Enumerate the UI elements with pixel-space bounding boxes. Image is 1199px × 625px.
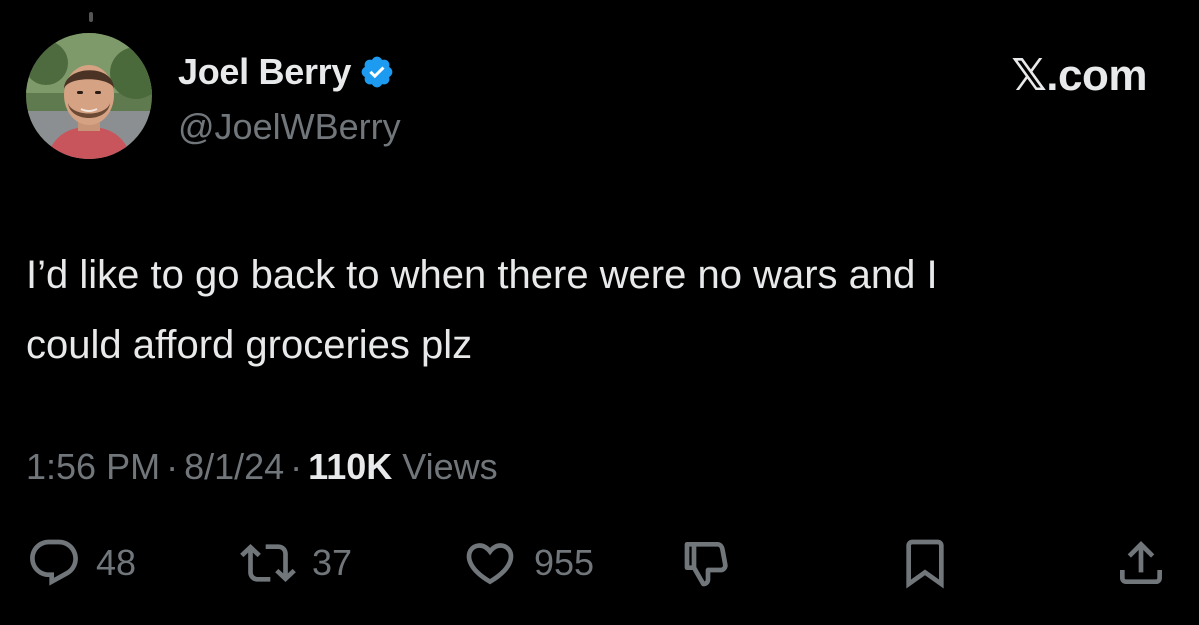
avatar-photo: [26, 33, 152, 159]
views-count[interactable]: 110K: [308, 446, 392, 487]
bookmark-button[interactable]: [897, 535, 953, 591]
repost-button[interactable]: 37: [238, 535, 352, 591]
repost-icon: [240, 544, 296, 582]
author-display-name[interactable]: Joel Berry: [178, 51, 351, 93]
share-icon: [1120, 541, 1162, 584]
downvote-button[interactable]: [680, 535, 736, 591]
reply-button[interactable]: 48: [26, 535, 136, 591]
tweet-text: I’d like to go back to when there were n…: [26, 240, 1176, 380]
tweet-meta: 1:56 PM · 8/1/24 · 110K Views: [26, 446, 498, 488]
tweet-text-line-2: could afford groceries plz: [26, 323, 473, 367]
tweet-date[interactable]: 8/1/24: [184, 446, 284, 487]
reply-count: 48: [96, 542, 137, 583]
brand-logo-text: 𝕏.com: [1011, 51, 1147, 100]
like-button[interactable]: 955: [460, 535, 594, 591]
avatar[interactable]: [26, 33, 152, 159]
author-handle[interactable]: @JoelWBerry: [178, 106, 401, 148]
bookmark-icon: [906, 539, 944, 589]
like-count: 955: [534, 542, 595, 583]
repost-count: 37: [312, 542, 353, 583]
share-button[interactable]: [1113, 535, 1169, 591]
tweet-text-line-1: I’d like to go back to when there were n…: [26, 253, 938, 297]
tweet-action-bar: 48 37 955: [0, 535, 1199, 595]
meta-separator: ·: [166, 446, 179, 487]
status-indicator-dot: [89, 12, 93, 22]
thumbs-down-icon: [684, 542, 728, 587]
heart-icon: [466, 543, 514, 585]
reply-icon: [30, 539, 78, 586]
tweet-time[interactable]: 1:56 PM: [26, 446, 160, 487]
verified-badge-icon: [361, 56, 393, 88]
meta-separator: ·: [290, 446, 303, 487]
author-name-row[interactable]: Joel Berry: [178, 50, 395, 94]
views-label[interactable]: Views: [402, 446, 497, 487]
